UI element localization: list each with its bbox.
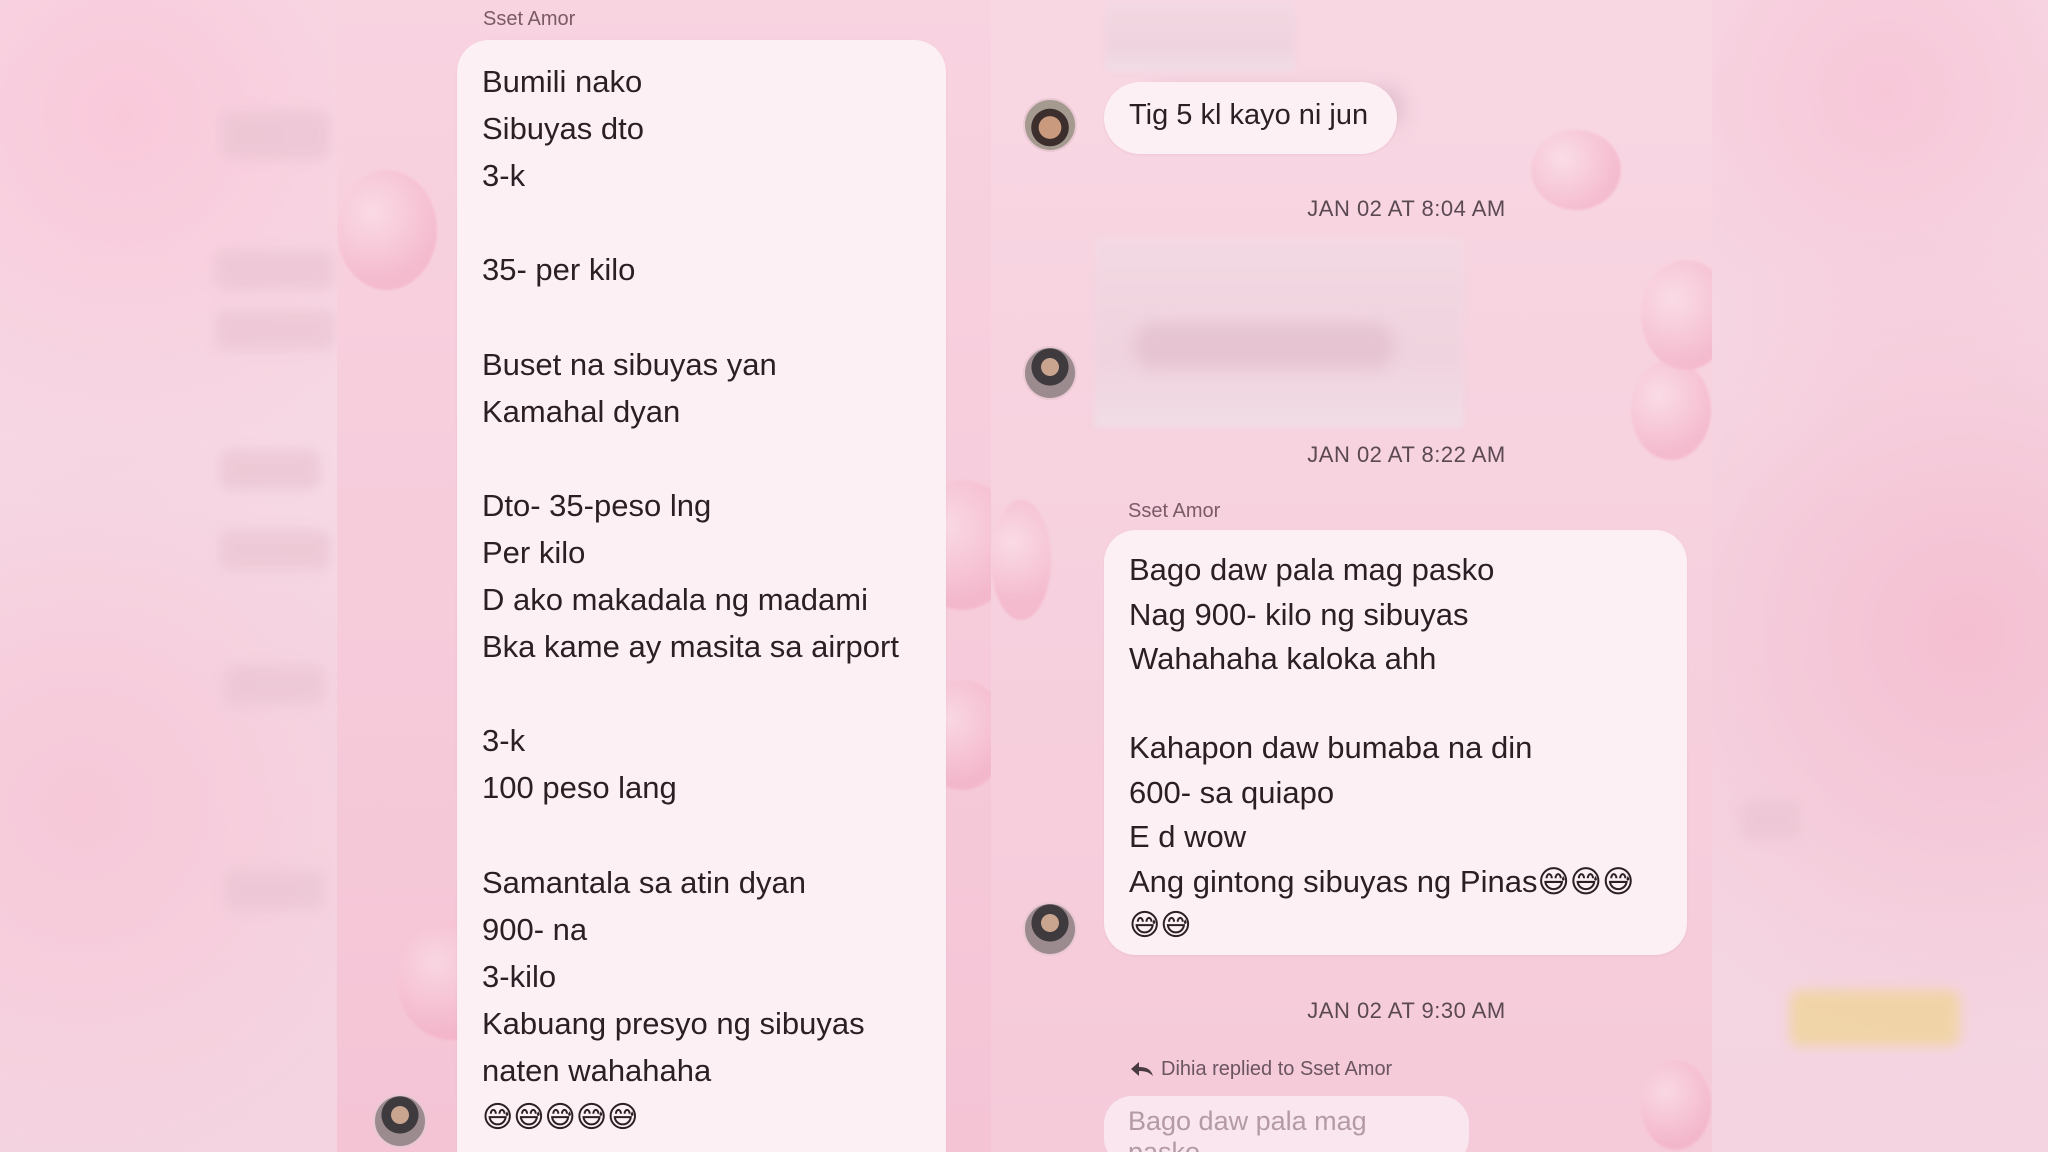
blurred-background-element bbox=[220, 110, 330, 160]
blurred-image-attachment[interactable] bbox=[1105, 0, 1295, 72]
heart-decoration bbox=[1641, 260, 1712, 370]
message-bubble[interactable]: Bago daw pala mag pasko Nag 900- kilo ng … bbox=[1104, 530, 1687, 955]
message-line: 3-kilo bbox=[482, 958, 557, 994]
message-bubble[interactable]: Bumili nako Sibuyas dto 3-k 35- per kilo B… bbox=[457, 40, 946, 1152]
reply-label: Dihia replied to Sset Amor bbox=[1161, 1058, 1393, 1080]
quoted-message[interactable]: Bago daw pala mag pasko bbox=[1104, 1096, 1469, 1152]
message-line: E d wow bbox=[1129, 819, 1247, 854]
blurred-background-element bbox=[215, 250, 335, 290]
emoji-line: 😅😅 bbox=[1129, 908, 1192, 943]
message-line: 35- per kilo bbox=[482, 252, 636, 288]
message-line: 900- na bbox=[482, 911, 588, 947]
message-line: 3-k bbox=[482, 723, 526, 759]
heart-decoration bbox=[337, 170, 437, 290]
message-line: Sibuyas dto bbox=[482, 111, 644, 147]
avatar[interactable] bbox=[1023, 98, 1077, 152]
blurred-background-element bbox=[220, 530, 330, 570]
quoted-text: Bago daw pala mag pasko bbox=[1128, 1106, 1367, 1152]
message-bubble[interactable]: Tig 5 kl kayo ni jun bbox=[1104, 82, 1397, 154]
blurred-image-attachment[interactable] bbox=[1094, 238, 1464, 428]
message-text: Tig 5 kl kayo ni jun bbox=[1129, 99, 1369, 131]
message-line: 100 peso lang bbox=[482, 770, 677, 806]
blurred-background-element bbox=[1790, 990, 1960, 1046]
blurred-background-element bbox=[225, 665, 325, 705]
avatar[interactable] bbox=[1023, 902, 1077, 956]
blurred-background-element bbox=[215, 310, 335, 350]
message-line: Per kilo bbox=[482, 534, 586, 570]
avatar[interactable] bbox=[1023, 346, 1077, 400]
message-line: Ang gintong sibuyas ng Pinas😅😅😅 bbox=[1129, 863, 1635, 899]
message-line: Dto- 35-peso lng bbox=[482, 487, 712, 523]
reply-indicator: Dihia replied to Sset Amor bbox=[1129, 1058, 1392, 1081]
message-line: Wahahaha kaloka ahh bbox=[1129, 641, 1437, 676]
heart-decoration bbox=[1641, 1060, 1711, 1150]
reply-arrow-icon bbox=[1131, 1062, 1153, 1076]
message-line: D ako makadala ng madami bbox=[482, 582, 868, 618]
message-text: Bago daw pala mag pasko Nag 900- kilo ng … bbox=[1129, 548, 1634, 949]
sender-name: Sset Amor bbox=[483, 8, 576, 30]
blurred-background-element bbox=[1740, 800, 1800, 840]
message-text: Bumili nako Sibuyas dto 3-k 35- per kilo B… bbox=[482, 58, 899, 1141]
message-line: Bago daw pala mag pasko bbox=[1129, 552, 1495, 587]
message-line: Bumili nako bbox=[482, 64, 643, 99]
message-line: Nag 900- kilo ng sibuyas bbox=[1129, 596, 1469, 632]
message-line: Kahapon daw bumaba na din bbox=[1129, 730, 1533, 765]
message-line: Kabuang presyo ng sibuyas bbox=[482, 1005, 865, 1041]
right-chat-panel: Tig 5 kl kayo ni jun JAN 02 AT 8:04 AM J… bbox=[991, 0, 1712, 1152]
message-line: Bka kame ay masita sa airport bbox=[482, 629, 899, 665]
timestamp: JAN 02 AT 8:22 AM bbox=[1307, 442, 1506, 467]
timestamp: JAN 02 AT 8:04 AM bbox=[1307, 196, 1506, 221]
left-chat-panel: Sset Amor Bumili nako Sibuyas dto 3-k 35- … bbox=[337, 0, 991, 1152]
message-line: 3-k bbox=[482, 158, 526, 194]
timestamp: JAN 02 AT 9:30 AM bbox=[1307, 998, 1506, 1023]
avatar[interactable] bbox=[373, 1094, 427, 1148]
sender-name: Sset Amor bbox=[1128, 500, 1221, 522]
message-line: Samantala sa atin dyan bbox=[482, 864, 806, 900]
blurred-background-element bbox=[220, 450, 320, 490]
message-line: 600- sa quiapo bbox=[1129, 774, 1335, 810]
message-line: Kamahal dyan bbox=[482, 393, 681, 429]
heart-decoration bbox=[991, 500, 1051, 620]
message-line: Buset na sibuyas yan bbox=[482, 346, 777, 382]
blurred-background-element bbox=[225, 870, 325, 910]
emoji-line: 😅😅😅😅😅 bbox=[482, 1100, 639, 1136]
message-line: naten wahahaha bbox=[482, 1052, 712, 1088]
